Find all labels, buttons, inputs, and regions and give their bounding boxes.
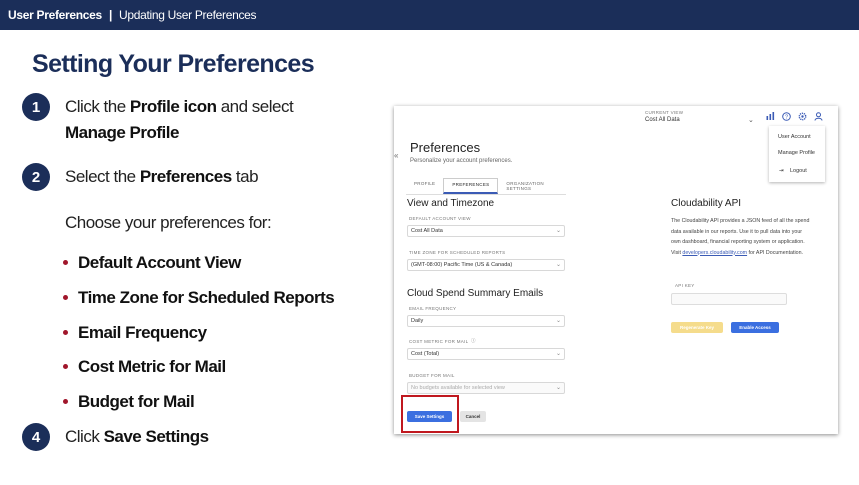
menu-item-user-account[interactable]: User Account <box>778 134 811 140</box>
step-2-mid: tab <box>231 167 259 186</box>
bullet-item: Budget for Mail <box>62 389 334 424</box>
api-title: Cloudability API <box>671 198 742 209</box>
info-icon: ⓘ <box>471 338 476 343</box>
menu-item-logout[interactable]: Logout <box>790 168 807 174</box>
slide-title: Setting Your Preferences <box>32 50 315 78</box>
step-2-badge: 2 <box>22 163 50 191</box>
top-bar: User Preferences | Updating User Prefere… <box>0 0 859 30</box>
current-view-value[interactable]: Cost All Data <box>645 117 680 123</box>
preference-bullets: Default Account View Time Zone for Sched… <box>62 250 335 424</box>
step-4-text: Click Save Settings <box>65 424 209 450</box>
step-4-pre: Click <box>65 427 104 446</box>
bullet-item: Time Zone for Scheduled Reports <box>62 285 335 320</box>
step-1-badge: 1 <box>22 93 50 121</box>
current-view-label: CURRENT VIEW <box>645 110 684 115</box>
step-2-text: Select the Preferences tab <box>65 164 259 190</box>
default-view-value: Cost All Data <box>411 228 443 234</box>
step-1-bold2: Manage Profile <box>65 123 179 142</box>
default-view-label: DEFAULT ACCOUNT VIEW <box>409 216 471 221</box>
email-frequency-select[interactable]: Daily ⌄ <box>407 315 565 327</box>
tab-organization-settings[interactable]: ORGANIZATION SETTINGS <box>498 178 566 194</box>
cancel-button[interactable]: Cancel <box>460 411 486 422</box>
step-1-mid: and select <box>216 97 294 116</box>
api-docs-link[interactable]: developers.cloudability.com <box>682 250 747 256</box>
budget-value: No budgets available for selected view <box>411 385 505 391</box>
cost-metric-select[interactable]: Cost (Total) ⌄ <box>407 348 565 360</box>
cost-metric-label: COST METRIC FOR MAIL <box>409 339 469 344</box>
default-view-select[interactable]: Cost All Data ⌄ <box>407 225 565 237</box>
tab-profile[interactable]: PROFILE <box>406 178 443 194</box>
timezone-value: (GMT-08:00) Pacific Time (US & Canada) <box>411 262 513 268</box>
logout-icon: ⇥ <box>779 168 784 174</box>
bullet-item: Cost Metric for Mail <box>62 354 334 389</box>
profile-icon[interactable] <box>814 112 823 123</box>
api-key-field[interactable] <box>671 293 787 305</box>
api-key-label: API KEY <box>675 283 695 288</box>
regenerate-key-button: Regenerate Key <box>671 322 723 333</box>
budget-select: No budgets available for selected view ⌄ <box>407 382 565 394</box>
bullet-item: Default Account View <box>62 250 334 285</box>
timezone-label: TIME ZONE FOR SCHEDULED REPORTS <box>409 250 506 255</box>
page-subtitle: Personalize your account preferences. <box>410 158 513 164</box>
breadcrumb-separator: | <box>108 8 112 22</box>
step-1-bold: Profile icon <box>129 97 217 116</box>
cost-metric-value: Cost (Total) <box>411 351 440 357</box>
enable-access-button[interactable]: Enable Access <box>731 322 779 333</box>
bullet-item: Email Frequency <box>62 320 334 355</box>
api-description-tail: for API Documentation. <box>747 249 804 256</box>
step-2-bold: Preferences <box>139 167 232 186</box>
breadcrumb-section: User Preferences <box>8 8 102 22</box>
menu-item-manage-profile[interactable]: Manage Profile <box>778 150 815 156</box>
tab-preferences[interactable]: PREFERENCES <box>443 178 499 194</box>
choose-text: Choose your preferences for: <box>65 213 272 232</box>
email-frequency-label: EMAIL FREQUENCY <box>409 306 457 311</box>
timezone-select[interactable]: (GMT-08:00) Pacific Time (US & Canada) ⌄ <box>407 259 565 271</box>
gear-icon[interactable] <box>798 112 807 123</box>
emails-title: Cloud Spend Summary Emails <box>407 288 544 299</box>
view-timezone-title: View and Timezone <box>407 198 495 209</box>
chevron-down-icon: ⌄ <box>555 228 561 234</box>
page-title: Preferences <box>410 140 481 155</box>
profile-menu: User Account Manage Profile ⇥ Logout <box>769 126 825 182</box>
api-description: The Cloudability API provides a JSON fee… <box>671 216 813 258</box>
breadcrumb-subsection: Updating User Preferences <box>119 8 257 22</box>
step-1-text: Click the Profile icon and select Manage… <box>65 94 294 146</box>
chevron-down-icon: ⌄ <box>555 351 561 357</box>
svg-text:?: ? <box>785 114 788 120</box>
preferences-screenshot: « CURRENT VIEW Cost All Data ⌄ ? Prefere… <box>394 106 838 434</box>
budget-label: BUDGET FOR MAIL <box>409 373 455 378</box>
chevron-down-icon[interactable]: ⌄ <box>748 116 754 124</box>
chart-icon[interactable] <box>766 112 775 122</box>
step-4-badge: 4 <box>22 423 50 451</box>
collapse-sidebar-icon[interactable]: « <box>394 151 402 161</box>
step-4-bold: Save Settings <box>103 427 210 446</box>
email-frequency-value: Daily <box>411 318 424 324</box>
tab-bar: PROFILE PREFERENCES ORGANIZATION SETTING… <box>406 178 566 195</box>
save-highlight-box <box>401 395 459 433</box>
step-1-pre: Click the <box>65 97 130 116</box>
chevron-down-icon: ⌄ <box>555 318 561 324</box>
chevron-down-icon: ⌄ <box>555 385 561 391</box>
step-2-pre: Select the <box>65 167 140 186</box>
help-icon[interactable]: ? <box>782 112 791 123</box>
chevron-down-icon: ⌄ <box>555 262 561 268</box>
